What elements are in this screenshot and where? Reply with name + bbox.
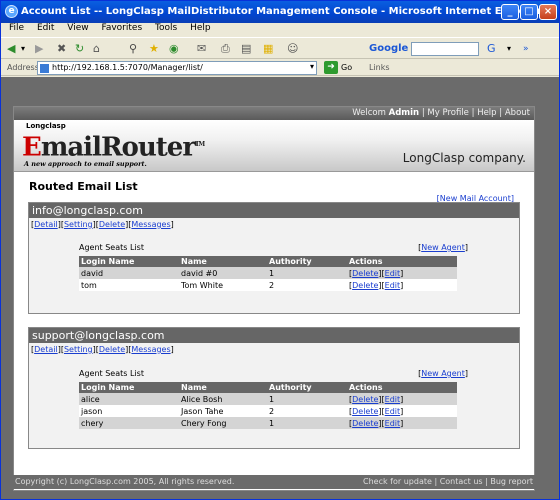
menu-bar: File Edit View Favorites Tools Help <box>1 23 559 37</box>
bug-report-link[interactable]: Bug report <box>490 477 533 486</box>
print-icon[interactable]: ⎙ <box>221 42 230 56</box>
menu-favorites[interactable]: Favorites <box>101 23 142 33</box>
table-header: Login Name Name Authority Actions <box>79 382 457 393</box>
toolbar-more-icon[interactable]: » <box>523 42 529 56</box>
go-button[interactable]: Go <box>341 63 352 72</box>
edit-agent-link[interactable]: Edit <box>385 281 401 290</box>
delete-agent-link[interactable]: Delete <box>352 395 378 404</box>
detail-link[interactable]: Detail <box>34 220 58 229</box>
help-link[interactable]: Help <box>477 108 496 118</box>
delete-agent-link[interactable]: Delete <box>352 419 378 428</box>
agent-seats-table: Login Name Name Authority Actions alice … <box>79 382 457 429</box>
media-icon[interactable]: ◉ <box>169 42 179 56</box>
account-email: support@longclasp.com <box>29 328 519 343</box>
emailrouter-logo: EmailRouterTM <box>22 132 205 163</box>
favorites-icon[interactable]: ★ <box>149 42 159 56</box>
site-header: Longclasp EmailRouterTM A new approach t… <box>14 120 534 172</box>
toolbar: ◀ ▾ ▶ ✖ ↻ ⌂ ⚲ ★ ◉ ✉ ⎙ ▤ ▦ ☺ Google G ▾ » <box>1 37 559 59</box>
copyright-text: Copyright (c) LongClasp.com 2005, All ri… <box>15 477 235 486</box>
delete-account-link[interactable]: Delete <box>99 220 125 229</box>
table-header: Login Name Name Authority Actions <box>79 256 457 267</box>
footer-links: Check for update | Contact us | Bug repo… <box>363 477 533 486</box>
edit-agent-link[interactable]: Edit <box>385 269 401 278</box>
messenger-icon[interactable]: ☺ <box>287 42 298 56</box>
go-arrow-icon[interactable]: ➜ <box>324 61 338 74</box>
address-input[interactable]: http://192.168.1.5:7070/Manager/list/ <box>37 61 317 75</box>
menu-tools[interactable]: Tools <box>155 23 177 33</box>
welcome-text: Welcom <box>352 108 386 118</box>
back-dropdown-icon[interactable]: ▾ <box>21 42 25 56</box>
back-icon[interactable]: ◀ <box>7 42 15 56</box>
account-email: info@longclasp.com <box>29 203 519 218</box>
edit-agent-link[interactable]: Edit <box>385 395 401 404</box>
table-row: jason Jason Tahe 2 [Delete][Edit] <box>79 405 457 417</box>
page-title: Routed Email List <box>29 180 138 193</box>
delete-account-link[interactable]: Delete <box>99 345 125 354</box>
refresh-icon[interactable]: ↻ <box>75 42 84 56</box>
google-label[interactable]: Google <box>369 42 408 56</box>
maximize-button[interactable]: □ <box>520 4 538 20</box>
title-bar: e Account List -- LongClasp MailDistribu… <box>1 1 559 23</box>
forward-icon[interactable]: ▶ <box>35 42 43 56</box>
delete-agent-link[interactable]: Delete <box>352 269 378 278</box>
address-bar: Address http://192.168.1.5:7070/Manager/… <box>1 60 559 76</box>
edit-agent-link[interactable]: Edit <box>385 407 401 416</box>
address-label: Address <box>7 63 39 72</box>
page-content: Welcom Admin | My Profile | Help | About… <box>13 106 535 491</box>
table-row: chery Chery Fong 1 [Delete][Edit] <box>79 417 457 429</box>
logo-tagline: A new approach to email support. <box>24 160 147 168</box>
ie-icon: e <box>5 5 18 18</box>
agent-seats-label: Agent Seats List <box>79 243 144 252</box>
menu-help[interactable]: Help <box>190 23 211 33</box>
stop-icon[interactable]: ✖ <box>57 42 66 56</box>
discuss-icon[interactable]: ▦ <box>263 42 273 56</box>
account-actions: [Detail][Setting][Delete][Messages] <box>31 345 174 354</box>
menu-view[interactable]: View <box>67 23 88 33</box>
about-link[interactable]: About <box>505 108 530 118</box>
google-search-icon[interactable]: G <box>487 42 496 56</box>
agent-seats-table: Login Name Name Authority Actions david … <box>79 256 457 291</box>
account-actions: [Detail][Setting][Delete][Messages] <box>31 220 174 229</box>
longclasp-small-logo: Longclasp <box>26 122 66 130</box>
table-row: tom Tom White 2 [Delete][Edit] <box>79 279 457 291</box>
delete-agent-link[interactable]: Delete <box>352 281 378 290</box>
edit-icon[interactable]: ▤ <box>241 42 251 56</box>
detail-link[interactable]: Detail <box>34 345 58 354</box>
agent-seats-label: Agent Seats List <box>79 369 144 378</box>
close-button[interactable]: × <box>539 4 557 20</box>
new-agent-link[interactable]: [New Agent] <box>418 243 468 252</box>
edit-agent-link[interactable]: Edit <box>385 419 401 428</box>
links-label[interactable]: Links <box>369 63 390 72</box>
my-profile-link[interactable]: My Profile <box>427 108 469 118</box>
site-footer: Copyright (c) LongClasp.com 2005, All ri… <box>13 475 535 489</box>
company-name: LongClasp company. <box>402 151 526 165</box>
username: Admin <box>388 108 420 118</box>
window-title: Account List -- LongClasp MailDistributo… <box>21 6 543 17</box>
account-panel: info@longclasp.com [Detail][Setting][Del… <box>28 202 520 314</box>
new-agent-link[interactable]: [New Agent] <box>418 369 468 378</box>
menu-file[interactable]: File <box>9 23 24 33</box>
mail-icon[interactable]: ✉ <box>197 42 206 56</box>
check-update-link[interactable]: Check for update <box>363 477 432 486</box>
browser-window: e Account List -- LongClasp MailDistribu… <box>0 0 560 500</box>
google-options-icon[interactable]: ▾ <box>507 42 511 56</box>
page-favicon-icon <box>40 64 49 73</box>
minimize-button[interactable]: _ <box>501 4 519 20</box>
google-search-input[interactable] <box>411 42 479 56</box>
setting-link[interactable]: Setting <box>64 220 93 229</box>
address-dropdown-icon[interactable]: ▾ <box>310 62 320 72</box>
top-nav: Welcom Admin | My Profile | Help | About <box>14 107 534 120</box>
delete-agent-link[interactable]: Delete <box>352 407 378 416</box>
contact-us-link[interactable]: Contact us <box>440 477 483 486</box>
menu-edit[interactable]: Edit <box>37 23 54 33</box>
table-row: david david #0 1 [Delete][Edit] <box>79 267 457 279</box>
messages-link[interactable]: Messages <box>131 220 170 229</box>
setting-link[interactable]: Setting <box>64 345 93 354</box>
address-url: http://192.168.1.5:7070/Manager/list/ <box>52 63 203 72</box>
account-panel: support@longclasp.com [Detail][Setting][… <box>28 327 520 449</box>
home-icon[interactable]: ⌂ <box>93 42 100 56</box>
table-row: alice Alice Bosh 1 [Delete][Edit] <box>79 393 457 405</box>
messages-link[interactable]: Messages <box>131 345 170 354</box>
search-icon[interactable]: ⚲ <box>129 42 137 56</box>
